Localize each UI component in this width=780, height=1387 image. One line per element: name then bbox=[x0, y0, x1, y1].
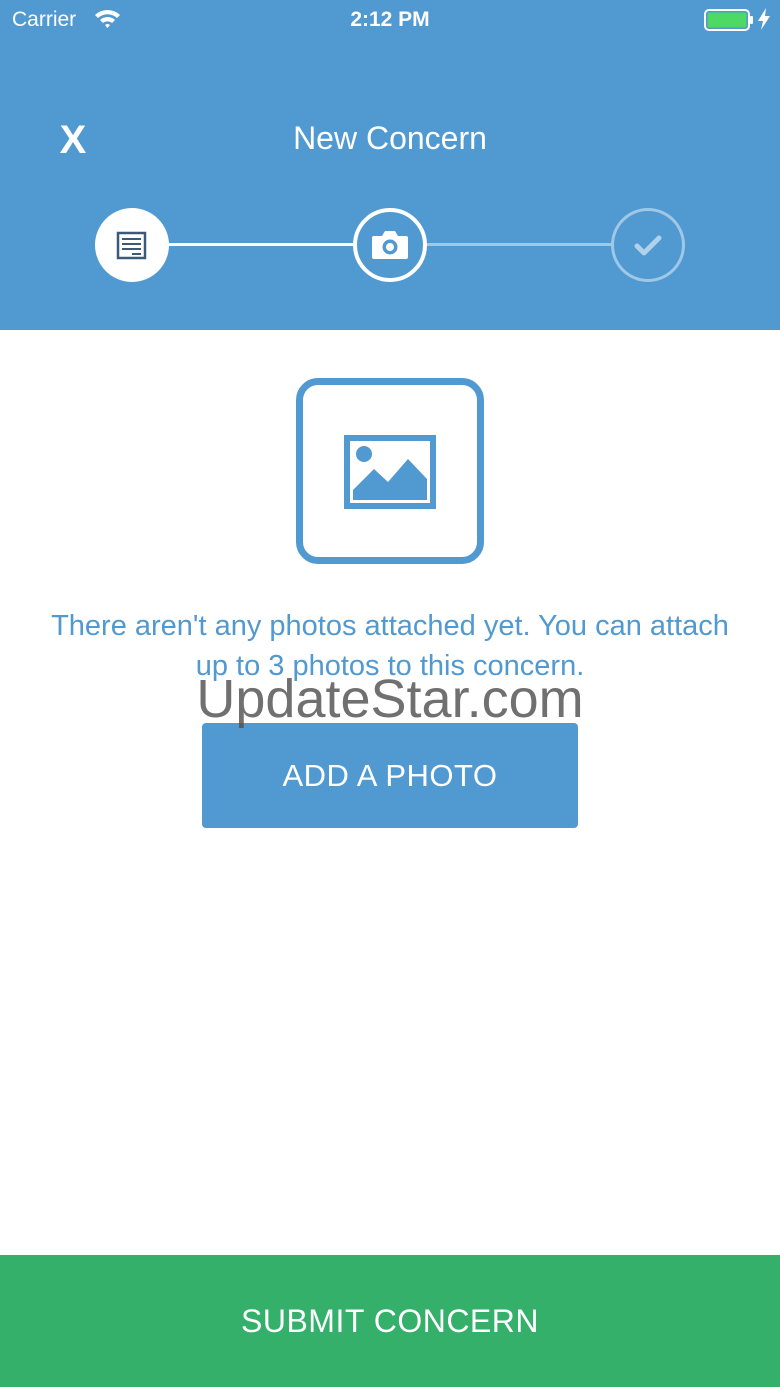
form-icon bbox=[116, 231, 147, 260]
page-title: New Concern bbox=[293, 120, 487, 156]
stepper-line-pending bbox=[425, 243, 613, 246]
camera-icon bbox=[372, 231, 408, 259]
charging-icon bbox=[758, 8, 770, 30]
step-photos bbox=[353, 208, 427, 282]
submit-concern-button[interactable]: SUBMIT CONCERN bbox=[0, 1255, 780, 1387]
empty-photos-message: There aren't any photos attached yet. Yo… bbox=[51, 610, 729, 682]
progress-stepper bbox=[0, 206, 780, 284]
step-details bbox=[95, 208, 169, 282]
header: Carrier 2:12 PM X New Concern bbox=[0, 0, 780, 330]
image-icon bbox=[344, 435, 436, 509]
photo-placeholder bbox=[296, 378, 484, 564]
status-time: 2:12 PM bbox=[350, 8, 430, 31]
status-bar: Carrier 2:12 PM bbox=[0, 0, 780, 40]
battery-icon bbox=[704, 9, 753, 31]
add-photo-button[interactable]: ADD A PHOTO bbox=[202, 723, 578, 828]
stepper-line-completed bbox=[166, 243, 356, 246]
checkmark-icon bbox=[634, 235, 662, 256]
step-review bbox=[611, 208, 685, 282]
